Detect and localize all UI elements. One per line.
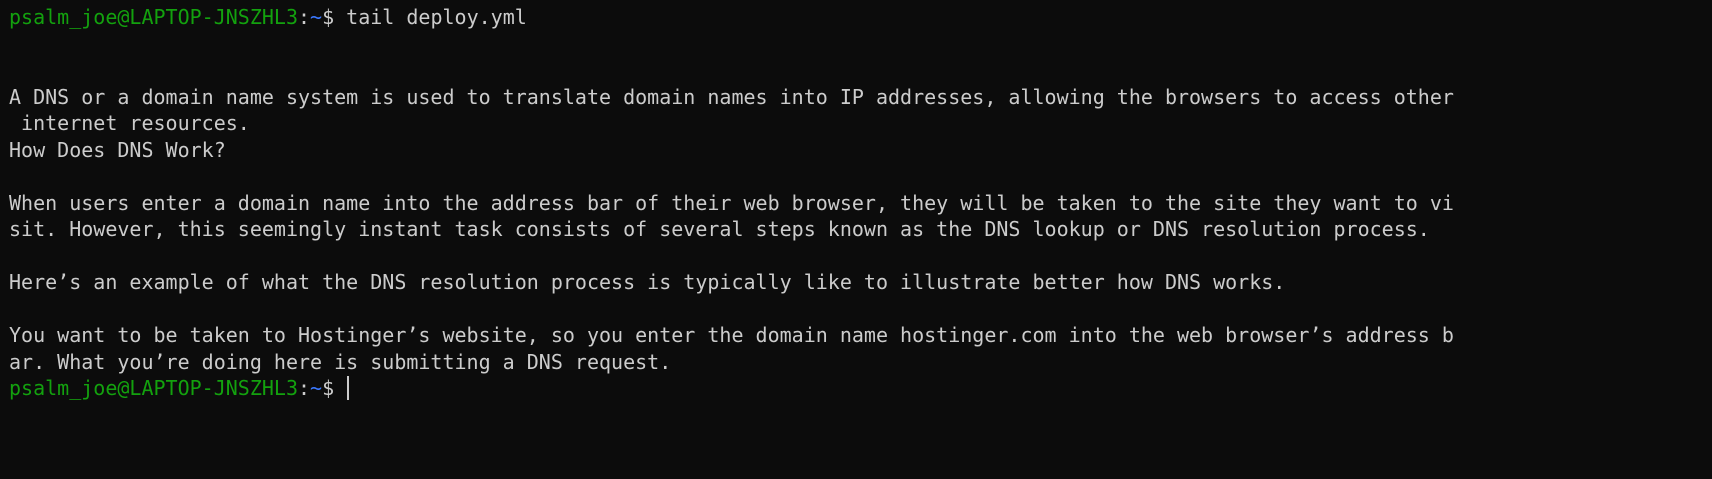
output-line: internet resources.: [9, 111, 250, 135]
prompt-user-host: psalm_joe@LAPTOP-JNSZHL3: [9, 5, 298, 29]
prompt-symbol: $: [322, 376, 335, 400]
output-line: sit. However, this seemingly instant tas…: [9, 217, 1430, 241]
output-line: Here’s an example of what the DNS resolu…: [9, 270, 1286, 294]
output-line: You want to be taken to Hostinger’s webs…: [9, 323, 1454, 347]
output-line: A DNS or a domain name system is used to…: [9, 84, 1454, 109]
prompt-line: psalm_joe@LAPTOP-JNSZHL3:~$ tail deploy.…: [9, 4, 1712, 31]
active-prompt-line[interactable]: psalm_joe@LAPTOP-JNSZHL3:~$: [9, 375, 1712, 402]
prompt-separator: :: [297, 5, 311, 29]
output-line: How Does DNS Work?: [9, 137, 226, 162]
command-text: tail deploy.yml: [334, 5, 527, 29]
prompt-separator: :: [297, 376, 311, 400]
prompt-path: ~: [310, 5, 323, 29]
text-cursor[interactable]: [347, 376, 350, 400]
output-line: ar. What you’re doing here is submitting…: [9, 349, 672, 374]
prompt-symbol: $: [322, 5, 335, 29]
prompt-user-host: psalm_joe@LAPTOP-JNSZHL3: [9, 376, 298, 400]
terminal-window[interactable]: psalm_joe@LAPTOP-JNSZHL3:~$ tail deploy.…: [0, 0, 1712, 479]
output-line: When users enter a domain name into the …: [9, 190, 1454, 215]
prompt-path: ~: [310, 376, 323, 400]
